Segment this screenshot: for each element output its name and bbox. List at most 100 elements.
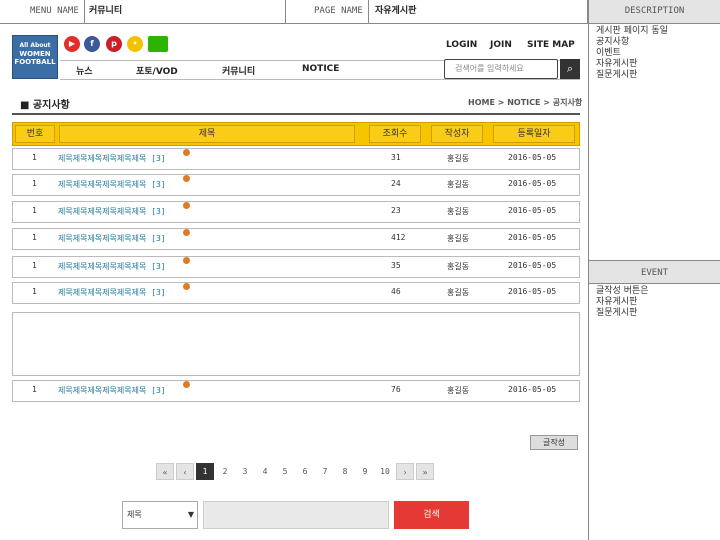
logo-line2: WOMEN xyxy=(19,50,51,58)
pinterest-icon[interactable]: p xyxy=(106,36,122,52)
login-link[interactable]: LOGIN xyxy=(446,40,477,50)
row-author: 홍길동 xyxy=(447,386,470,395)
breadcrumb: HOME > NOTICE > 공지사항 xyxy=(468,98,583,107)
keyword-input[interactable] xyxy=(203,501,389,529)
row-date: 2016-05-05 xyxy=(508,385,557,394)
row-number: 1 xyxy=(32,233,37,242)
new-badge-icon xyxy=(183,381,190,388)
site-logo[interactable]: All About WOMEN FOOTBALL xyxy=(12,35,58,79)
row-title-link[interactable]: 제목제목제목제목제목제목 [3] xyxy=(58,385,166,396)
menu-item-community[interactable]: 커뮤니티 xyxy=(222,64,255,77)
description-body: 게시판 페이지 동일 공지사항 이벤트 자유게시판 질문게시판 xyxy=(589,24,720,260)
row-title-link[interactable]: 제목제목제목제목제목제목 [3] xyxy=(58,261,166,272)
row-author: 홍길동 xyxy=(447,154,470,163)
table-row[interactable]: 1 제목제목제목제목제목제목 [3] 35 홍길동 2016-05-05 xyxy=(12,256,580,278)
search-button[interactable]: ⌕ xyxy=(560,59,580,79)
row-views: 46 xyxy=(391,287,401,296)
page-name-label: PAGE NAME xyxy=(314,6,363,16)
sitemap-link[interactable]: SITE MAP xyxy=(527,40,575,50)
page-number-button[interactable]: 3 xyxy=(236,463,254,480)
new-badge-icon xyxy=(183,175,190,182)
next-page-button[interactable]: › xyxy=(396,463,414,480)
kakao-icon[interactable]: • xyxy=(127,36,143,52)
menu-item-notice[interactable]: NOTICE xyxy=(302,64,339,74)
table-header: 번호 제목 조회수 작성자 등록일자 xyxy=(12,122,580,146)
row-date: 2016-05-05 xyxy=(508,179,557,188)
row-author: 홍길동 xyxy=(447,234,470,243)
search-input[interactable]: 검색어를 입력하세요 xyxy=(444,59,558,79)
row-views: 35 xyxy=(391,261,401,270)
row-views: 412 xyxy=(391,233,406,242)
logo-line1: All About xyxy=(19,42,51,49)
description-line: 질문게시판 xyxy=(596,70,638,80)
row-title-link[interactable]: 제목제목제목제목제목제목 [3] xyxy=(58,287,166,298)
table-row[interactable]: 1 제목제목제목제목제목제목 [3] 76 홍길동 2016-05-05 xyxy=(12,380,580,402)
table-row[interactable]: 1 제목제목제목제목제목제목 [3] 24 홍길동 2016-05-05 xyxy=(12,174,580,196)
page-name-box: 자유게시판 xyxy=(368,0,588,23)
menu-name-value: 커뮤니티 xyxy=(89,6,123,16)
page-number-button[interactable]: 10 xyxy=(376,463,394,480)
row-number: 1 xyxy=(32,153,37,162)
search-field-select[interactable]: 제목 ▼ xyxy=(122,501,198,529)
description-header: DESCRIPTION xyxy=(589,0,720,24)
row-date: 2016-05-05 xyxy=(508,153,557,162)
page-number-button[interactable]: 1 xyxy=(196,463,214,480)
new-badge-icon xyxy=(183,283,190,290)
page-title: ■ 공지사항 xyxy=(20,100,70,111)
empty-row-area xyxy=(12,312,580,376)
menu-item-photo-vod[interactable]: 포토/VOD xyxy=(136,64,178,77)
last-page-button[interactable]: » xyxy=(416,463,434,480)
logo-line3: FOOTBALL xyxy=(14,58,56,66)
row-number: 1 xyxy=(32,179,37,188)
menu-name-box: 커뮤니티 xyxy=(84,0,286,23)
row-title-link[interactable]: 제목제목제목제목제목제목 [3] xyxy=(58,153,166,164)
col-views: 조회수 xyxy=(369,125,421,143)
table-row[interactable]: 1 제목제목제목제목제목제목 [3] 412 홍길동 2016-05-05 xyxy=(12,228,580,250)
row-title-link[interactable]: 제목제목제목제목제목제목 [3] xyxy=(58,179,166,190)
row-views: 31 xyxy=(391,153,401,162)
description-line: 자유게시판 xyxy=(596,59,638,69)
table-row[interactable]: 1 제목제목제목제목제목제목 [3] 23 홍길동 2016-05-05 xyxy=(12,201,580,223)
event-header: EVENT xyxy=(589,260,720,284)
prev-page-button[interactable]: ‹ xyxy=(176,463,194,480)
row-title-link[interactable]: 제목제목제목제목제목제목 [3] xyxy=(58,233,166,244)
page-number-button[interactable]: 9 xyxy=(356,463,374,480)
table-row[interactable]: 1 제목제목제목제목제목제목 [3] 46 홍길동 2016-05-05 xyxy=(12,282,580,304)
page-name-value: 자유게시판 xyxy=(375,6,417,16)
menu-item-news[interactable]: 뉴스 xyxy=(76,64,93,77)
row-date: 2016-05-05 xyxy=(508,261,557,270)
row-title-link[interactable]: 제목제목제목제목제목제목 [3] xyxy=(58,206,166,217)
col-title: 제목 xyxy=(59,125,355,143)
col-number: 번호 xyxy=(15,125,55,143)
row-number: 1 xyxy=(32,206,37,215)
row-number: 1 xyxy=(32,287,37,296)
row-author: 홍길동 xyxy=(447,207,470,216)
new-badge-icon xyxy=(183,149,190,156)
row-number: 1 xyxy=(32,261,37,270)
write-button[interactable]: 글작성 xyxy=(530,435,578,450)
row-views: 76 xyxy=(391,385,401,394)
first-page-button[interactable]: « xyxy=(156,463,174,480)
row-views: 23 xyxy=(391,206,401,215)
description-panel: DESCRIPTION 게시판 페이지 동일 공지사항 이벤트 자유게시판 질문… xyxy=(588,0,720,540)
row-date: 2016-05-05 xyxy=(508,233,557,242)
page-number-button[interactable]: 5 xyxy=(276,463,294,480)
join-link[interactable]: JOIN xyxy=(490,40,512,50)
youtube-icon[interactable]: ▶ xyxy=(64,36,80,52)
new-badge-icon xyxy=(183,229,190,236)
description-line: 게시판 페이지 동일 xyxy=(596,26,668,36)
col-date: 등록일자 xyxy=(493,125,575,143)
table-row[interactable]: 1 제목제목제목제목제목제목 [3] 31 홍길동 2016-05-05 xyxy=(12,148,580,170)
page-number-button[interactable]: 8 xyxy=(336,463,354,480)
search-submit-button[interactable]: 검색 xyxy=(394,501,469,529)
facebook-icon[interactable]: f xyxy=(84,36,100,52)
menu-name-label: MENU NAME xyxy=(30,6,79,16)
row-author: 홍길동 xyxy=(447,288,470,297)
page-number-button[interactable]: 7 xyxy=(316,463,334,480)
page-number-button[interactable]: 6 xyxy=(296,463,314,480)
description-line: 공지사항 xyxy=(596,37,630,47)
page-number-button[interactable]: 2 xyxy=(216,463,234,480)
page-number-button[interactable]: 4 xyxy=(256,463,274,480)
chevron-down-icon: ▼ xyxy=(187,510,194,519)
blog-badge[interactable] xyxy=(148,36,168,52)
